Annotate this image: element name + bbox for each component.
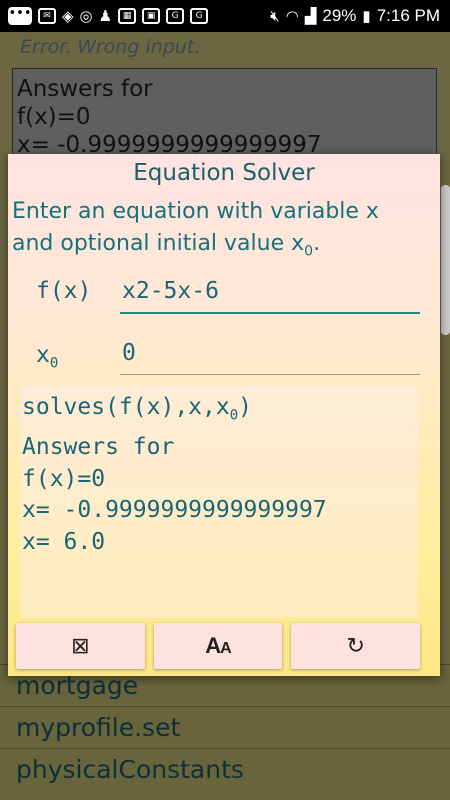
x0-input[interactable]: 0 bbox=[120, 340, 420, 375]
mail-icon: ✉ bbox=[38, 8, 56, 24]
piece-icon: ♟ bbox=[98, 8, 113, 25]
list-item[interactable]: physicalConstants bbox=[0, 748, 450, 790]
previous-result-line: Answers for bbox=[17, 76, 153, 102]
output-line: f(x)=0 bbox=[22, 465, 106, 492]
signal-icon: ▟ bbox=[304, 8, 317, 25]
equation-solver-dialog: Equation Solver Enter an equation with v… bbox=[8, 154, 440, 676]
previous-result-line: f(x)=0 bbox=[17, 104, 91, 130]
font-size-icon: AA bbox=[205, 633, 232, 659]
instruction-text-part: and optional initial value x bbox=[12, 231, 305, 256]
clock: 7:16 PM bbox=[376, 6, 440, 25]
fx-input[interactable]: x2-5x-6 bbox=[120, 278, 420, 314]
refresh-button[interactable]: ↻ bbox=[291, 623, 421, 669]
font-size-icon-small: A bbox=[220, 640, 232, 657]
x0-label: x0 bbox=[36, 342, 58, 372]
file-list: mortgage myprofile.set physicalConstants bbox=[0, 664, 450, 800]
status-bar: ••• ✉ ◈ ◎ ♟ ▦ ▣ G G 🔇︎ ◠ ▟ 29% ▮ 7:16 PM bbox=[0, 0, 450, 32]
google-icon: G bbox=[166, 8, 185, 24]
subscript: 0 bbox=[304, 243, 314, 260]
font-size-button[interactable]: AA bbox=[153, 623, 283, 669]
more-icon: ••• bbox=[8, 7, 32, 25]
refresh-icon: ↻ bbox=[346, 633, 365, 659]
error-message: Error. Wrong input. bbox=[20, 36, 201, 58]
battery-percent: 29% bbox=[322, 6, 357, 25]
calendar-icon: ▦ bbox=[118, 8, 137, 24]
result-output: solves(f(x),x,x0) Answers for f(x)=0 x= -0.… bbox=[20, 386, 418, 618]
font-size-icon-big: A bbox=[205, 633, 221, 658]
scrollbar[interactable] bbox=[441, 185, 450, 335]
image-icon: ▣ bbox=[142, 8, 161, 24]
output-line: x= -0.9999999999999997 bbox=[22, 497, 327, 524]
output-text: ) bbox=[238, 394, 253, 420]
instruction-text: Enter an equation with variable x and op… bbox=[12, 196, 436, 267]
battery-icon: ▮ bbox=[362, 8, 371, 25]
instruction-line: Enter an equation with variable x bbox=[12, 199, 379, 224]
output-line: Answers for bbox=[22, 434, 175, 461]
output-line: x= 6.0 bbox=[22, 528, 106, 555]
clear-button[interactable]: ⊠ bbox=[16, 623, 145, 669]
dialog-toolbar: ⊠ AA ↻ bbox=[16, 623, 421, 669]
google-icon: G bbox=[190, 8, 209, 24]
instruction-line: and optional initial value x0. bbox=[12, 228, 436, 267]
list-item[interactable]: myprofile.set bbox=[0, 706, 450, 748]
dialog-title: Equation Solver bbox=[133, 160, 315, 186]
x0-label-text: x bbox=[36, 342, 50, 368]
chrome-icon: ◎ bbox=[79, 8, 93, 25]
fx-label: f(x) bbox=[36, 278, 92, 304]
diamond-icon: ◈ bbox=[62, 8, 74, 25]
output-line: solves(f(x),x,x0) bbox=[22, 392, 416, 432]
clear-icon: ⊠ bbox=[71, 633, 90, 659]
wifi-icon: ◠ bbox=[285, 8, 299, 25]
instruction-text-part: . bbox=[313, 231, 321, 256]
output-text: solves(f(x),x,x bbox=[22, 394, 230, 420]
subscript: 0 bbox=[229, 407, 239, 424]
subscript: 0 bbox=[49, 355, 59, 372]
mute-icon: 🔇︎ bbox=[270, 7, 280, 25]
